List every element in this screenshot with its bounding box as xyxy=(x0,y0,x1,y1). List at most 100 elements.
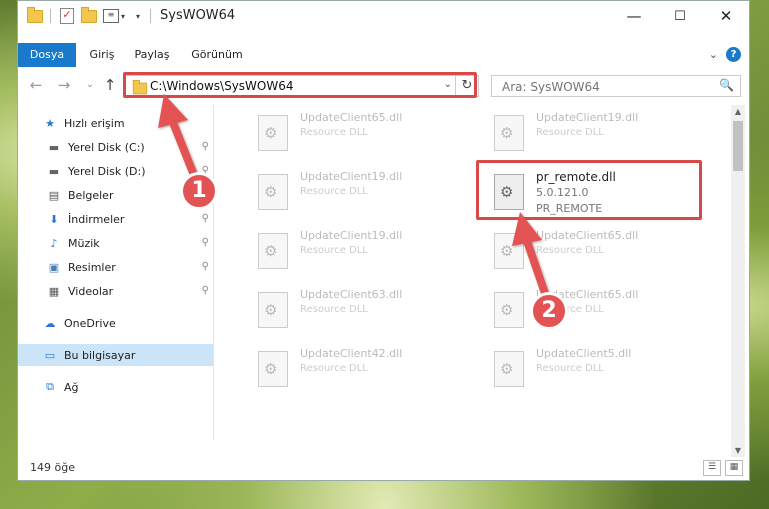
sidebar-item-label: Yerel Disk (C:) xyxy=(68,140,145,154)
sidebar-item-label: Resimler xyxy=(68,260,116,274)
folder-icon xyxy=(26,6,44,25)
file-item[interactable]: UpdateClient42.dll Resource DLL xyxy=(234,343,464,393)
file-item[interactable]: UpdateClient65.dll Resource DLL xyxy=(234,107,464,157)
tab-giris[interactable]: Giriş xyxy=(84,43,120,67)
maximize-button[interactable]: ☐ xyxy=(657,1,703,31)
sidebar-item[interactable]: ▭ Bu bilgisayar xyxy=(18,344,213,366)
file-type: Resource DLL xyxy=(536,363,604,374)
file-type: Resource DLL xyxy=(536,245,604,256)
dll-file-icon xyxy=(494,233,524,269)
dll-file-icon xyxy=(258,115,288,151)
file-item[interactable]: UpdateClient5.dll Resource DLL xyxy=(470,343,700,393)
sidebar-item-label: Videolar xyxy=(68,284,114,298)
forward-button[interactable]: → xyxy=(54,76,74,94)
sidebar-item-label: Ağ xyxy=(64,380,79,394)
tab-gorunum[interactable]: Görünüm xyxy=(186,43,248,67)
file-type: Resource DLL xyxy=(300,245,368,256)
sidebar-item-label: Hızlı erişim xyxy=(64,116,125,130)
sidebar-item[interactable]: ▣ Resimler ⚲ xyxy=(18,256,213,278)
new-folder-icon[interactable] xyxy=(80,6,98,25)
sidebar-item[interactable]: ⧉ Ağ xyxy=(18,376,213,398)
pin-icon[interactable]: ⚲ xyxy=(202,237,209,248)
details-view-icon[interactable]: ☰ xyxy=(703,460,721,476)
file-type: Resource DLL xyxy=(300,363,368,374)
file-name: UpdateClient63.dll xyxy=(300,288,403,301)
minimize-button[interactable]: — xyxy=(611,1,657,31)
file-item[interactable]: UpdateClient65.dllResource DLL xyxy=(470,225,700,275)
properties-check-icon[interactable]: ✓ xyxy=(58,7,76,25)
pin-icon[interactable]: ⚲ xyxy=(202,213,209,224)
large-icons-view-icon[interactable]: ▦ xyxy=(725,460,743,476)
file-item[interactable]: UpdateClient65.dllResource DLL xyxy=(470,284,700,334)
vertical-scrollbar[interactable]: ▲ ▼ xyxy=(731,105,745,457)
dll-file-icon xyxy=(258,233,288,269)
quick-access-dropdown[interactable]: ▾ xyxy=(118,7,128,25)
sidebar-item-label: İndirmeler xyxy=(68,212,125,226)
address-row: ← → ⌄ ↑ C:\Windows\SysWOW64 ⌄ ↻ 🔍 xyxy=(18,71,749,101)
video-icon: ▦ xyxy=(48,284,60,298)
file-type: Resource DLL xyxy=(300,304,368,315)
sidebar-item[interactable]: ☁ OneDrive xyxy=(18,312,213,334)
pin-icon[interactable]: ⚲ xyxy=(202,261,209,272)
step-2-badge: 2 xyxy=(530,292,568,330)
cloud-icon: ☁ xyxy=(44,316,56,330)
file-type: Resource DLL xyxy=(300,127,368,138)
tab-paylas[interactable]: Paylaş xyxy=(130,43,174,67)
navigation-pane: ★ Hızlı erişim ▬ Yerel Disk (C:) ⚲ ▬ Yerel Dis… xyxy=(18,105,214,440)
dll-file-icon xyxy=(258,351,288,387)
close-button[interactable]: ✕ xyxy=(703,1,749,31)
pin-icon[interactable]: ⚲ xyxy=(202,285,209,296)
file-name: UpdateClient42.dll xyxy=(300,347,403,360)
sidebar-item-label: OneDrive xyxy=(64,316,116,330)
pictures-icon: ▣ xyxy=(48,260,60,274)
dll-file-icon xyxy=(258,292,288,328)
up-button[interactable]: ↑ xyxy=(100,76,120,94)
scroll-down-icon[interactable]: ▼ xyxy=(731,446,745,455)
sidebar-item-label: Bu bilgisayar xyxy=(64,348,136,362)
file-explorer-window: ✓ ≡ ▾ ▾ SysWOW64 — ☐ ✕ Dosya Giriş Payla… xyxy=(17,0,750,481)
file-item[interactable]: UpdateClient63.dll Resource DLL xyxy=(234,284,464,334)
music-icon: ♪ xyxy=(50,236,58,250)
network-icon: ⧉ xyxy=(46,380,54,393)
recent-locations-chevron-icon[interactable]: ⌄ xyxy=(80,79,100,90)
ribbon-tabs: Dosya Giriş Paylaş Görünüm ⌄ ? xyxy=(18,43,749,67)
sidebar-item-label: Belgeler xyxy=(68,188,114,202)
title-bar: ✓ ≡ ▾ ▾ SysWOW64 — ☐ ✕ xyxy=(18,1,749,31)
dll-file-icon xyxy=(258,174,288,210)
file-name: UpdateClient65.dll xyxy=(300,111,403,124)
window-title: SysWOW64 xyxy=(160,8,236,23)
back-button[interactable]: ← xyxy=(26,76,46,94)
sidebar-item[interactable]: ▬ Yerel Disk (C:) ⚲ xyxy=(18,136,213,158)
tab-dosya[interactable]: Dosya xyxy=(18,43,76,67)
separator xyxy=(150,9,151,23)
drive-icon: ▬ xyxy=(48,140,60,154)
pin-icon[interactable]: ⚲ xyxy=(202,141,209,152)
download-icon: ⬇ xyxy=(49,212,59,226)
separator xyxy=(50,9,51,23)
ribbon-expand-chevron-icon[interactable]: ⌄ xyxy=(709,48,718,61)
scroll-thumb[interactable] xyxy=(733,121,743,171)
file-item[interactable]: UpdateClient19.dll Resource DLL xyxy=(470,107,700,157)
dll-file-icon xyxy=(494,292,524,328)
file-item[interactable]: UpdateClient19.dll Resource DLL xyxy=(234,225,464,275)
sidebar-item[interactable]: ♪ Müzik ⚲ xyxy=(18,232,213,254)
dll-file-icon xyxy=(494,115,524,151)
sidebar-item[interactable]: ▦ Videolar ⚲ xyxy=(18,280,213,302)
search-icon[interactable]: 🔍 xyxy=(719,78,734,92)
file-item[interactable]: UpdateClient19.dll Resource DLL xyxy=(234,166,464,216)
sidebar-item[interactable]: ★ Hızlı erişim xyxy=(18,112,213,134)
documents-icon: ▤ xyxy=(48,188,60,202)
sidebar-item-label: Müzik xyxy=(68,236,100,250)
sidebar-item[interactable]: ⬇ İndirmeler ⚲ xyxy=(18,208,213,230)
file-name: UpdateClient5.dll xyxy=(536,347,632,360)
file-name: UpdateClient19.dll xyxy=(536,111,639,124)
search-box[interactable]: 🔍 xyxy=(491,75,741,97)
file-type: Resource DLL xyxy=(300,186,368,197)
star-icon: ★ xyxy=(45,116,55,130)
help-icon[interactable]: ? xyxy=(726,47,741,62)
address-highlight-box xyxy=(123,72,477,98)
customize-toolbar-icon[interactable]: ▾ xyxy=(132,7,144,25)
search-input[interactable] xyxy=(500,77,704,97)
scroll-up-icon[interactable]: ▲ xyxy=(731,107,745,116)
file-name: UpdateClient19.dll xyxy=(300,229,403,242)
